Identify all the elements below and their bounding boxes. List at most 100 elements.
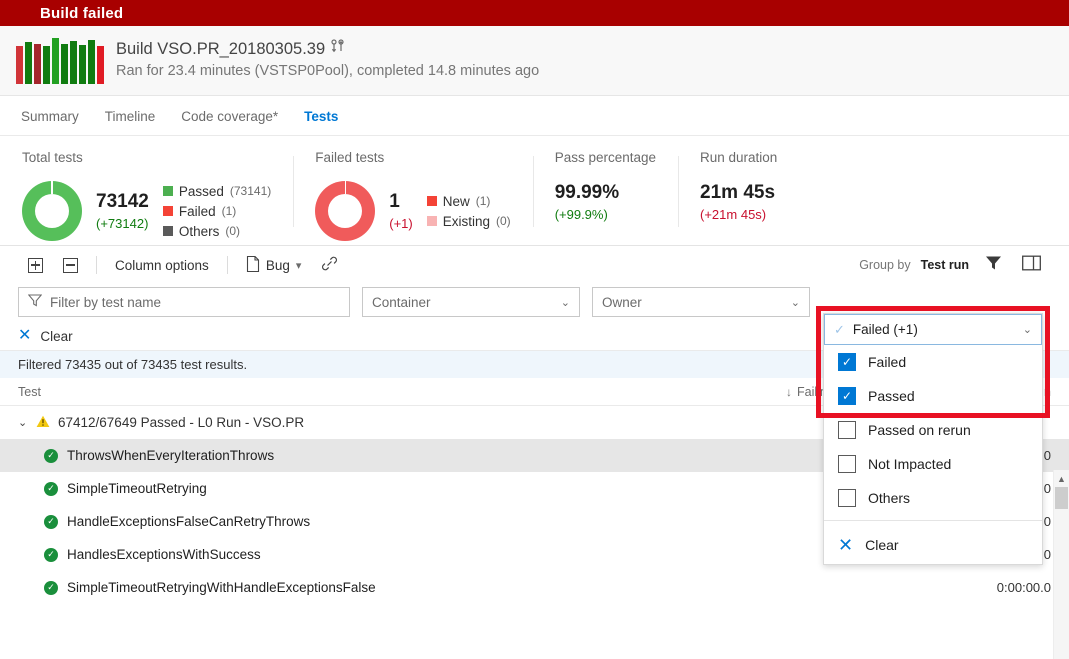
check-icon: ✓ [834, 321, 845, 337]
outcome-filter-selected-label: Failed (+1) [852, 322, 918, 337]
outcome-option-label: Failed [868, 354, 907, 370]
build-status-bar: Build failed [0, 0, 1069, 26]
column-options-button[interactable]: Column options [105, 254, 219, 277]
legend-item: Failed (1) [162, 203, 271, 220]
search-test-name-field[interactable]: Filter by test name [18, 287, 350, 317]
test-name: HandlesExceptionsWithSuccess [67, 547, 261, 562]
clear-filters-button[interactable]: ✕ Clear [18, 328, 73, 344]
bug-button[interactable]: Bug ▾ [236, 252, 312, 279]
metric-value: 73142 [96, 190, 149, 212]
legend-item: Passed (73141) [162, 183, 272, 200]
results-command-toolbar: Column options Bug ▾ Group by Test run [0, 246, 1069, 284]
metric-body: 1 (+1) New (1) Existing (0) [315, 181, 511, 241]
build-history-bar[interactable] [61, 43, 68, 84]
build-history-bars [16, 37, 104, 84]
outcome-clear-button[interactable]: ✕ Clear [824, 526, 1042, 564]
group-by-label: Group by [859, 258, 911, 272]
outcome-filter-options: ✓ Failed ✓ Passed ✓ Passed on rerun ✓ Not Impac… [824, 345, 1042, 515]
warning-triangle-icon [36, 415, 50, 431]
legend-swatch-icon [162, 206, 173, 216]
metric-card: Total tests 73142 (+73142) Passed (73141) Fai… [0, 150, 293, 241]
build-history-bar[interactable] [52, 37, 59, 84]
expand-all-button[interactable] [18, 254, 53, 277]
checkbox-checked-icon[interactable]: ✓ [838, 353, 856, 371]
scrollbar-thumb[interactable] [1055, 487, 1068, 509]
build-history-bar[interactable] [88, 39, 95, 84]
metric-value: 1 [389, 190, 400, 212]
build-history-bar[interactable] [79, 44, 86, 84]
legend-item: New (1) [426, 193, 511, 210]
bug-work-item-icon [246, 255, 260, 275]
link-button[interactable] [311, 251, 348, 279]
legend-swatch-icon [162, 186, 173, 196]
legend-count: (1) [221, 203, 237, 218]
test-run-group-label: 67412/67649 Passed - L0 Run - VSO.PR [58, 415, 305, 430]
tab-timeline[interactable]: Timeline [104, 100, 157, 132]
results-vertical-scrollbar[interactable]: ▲ [1053, 470, 1069, 659]
test-name: SimpleTimeoutRetryingWithHandleException… [67, 580, 376, 595]
test-name: SimpleTimeoutRetrying [67, 481, 207, 496]
outcome-option-others[interactable]: ✓ Others [824, 481, 1042, 515]
test-passed-icon: ✓ [44, 448, 58, 463]
metric-value: 99.99% [554, 182, 620, 203]
toolbar-divider [96, 256, 97, 274]
outcome-filter-dropdown[interactable]: ✓ Failed (+1) ⌄ ✓ Failed ✓ Passed ✓ Passed on… [823, 313, 1043, 565]
outcome-filter-combobox[interactable]: ✓ Failed (+1) ⌄ [824, 314, 1042, 345]
chevron-down-icon[interactable]: ⌄ [18, 416, 28, 429]
metric-numbers: 99.99% (+99.9%) [555, 181, 619, 224]
test-passed-icon: ✓ [44, 580, 58, 595]
test-result-row[interactable]: ✓ SimpleTimeoutRetryingWithHandleExceptio… [0, 571, 1069, 604]
expand-all-icon [28, 257, 43, 273]
filter-funnel-icon [985, 255, 1002, 276]
legend-label: Failed [178, 203, 216, 219]
checkbox-checked-icon[interactable]: ✓ [838, 387, 856, 405]
legend-count: (73141) [229, 183, 272, 198]
scroll-up-arrow-icon[interactable]: ▲ [1054, 470, 1069, 487]
outcome-option-passed[interactable]: ✓ Passed [824, 379, 1042, 413]
owner-filter-dropdown[interactable]: Owner ⌄ [592, 287, 810, 317]
filter-toggle-button[interactable] [979, 252, 1007, 278]
checkbox-unchecked-icon[interactable]: ✓ [838, 455, 856, 473]
chevron-down-icon: ⌄ [790, 296, 800, 309]
test-name: HandleExceptionsFalseCanRetryThrows [67, 514, 311, 529]
collapse-all-button[interactable] [53, 254, 88, 277]
legend-count: (0) [496, 213, 511, 228]
dropdown-divider [824, 520, 1042, 521]
outcome-clear-label: Clear [865, 537, 899, 553]
legend-label: Existing [442, 213, 491, 229]
build-tabs: Summary Timeline Code coverage* Tests [0, 96, 1069, 136]
clear-filters-label: Clear [40, 328, 73, 344]
outcome-option-label: Others [868, 490, 911, 506]
link-icon [321, 255, 338, 275]
metric-label: Pass percentage [554, 150, 657, 165]
build-status-text: Build failed [40, 4, 124, 22]
build-history-bar[interactable] [16, 45, 23, 84]
metric-numbers: 73142 (+73142) [96, 190, 149, 233]
metric-label: Failed tests [315, 150, 385, 165]
metric-body: 21m 45s (+21m 45s) [700, 181, 777, 224]
tab-code-coverage[interactable]: Code coverage* [180, 100, 279, 132]
toolbar-divider [226, 256, 228, 274]
build-history-bar[interactable] [97, 45, 104, 84]
branch-icon[interactable] [331, 39, 344, 60]
column-header-test[interactable]: Test [18, 385, 786, 399]
tab-tests[interactable]: Tests [303, 100, 339, 132]
build-history-bar[interactable] [25, 41, 32, 84]
outcome-option-passed-on-rerun[interactable]: ✓ Passed on rerun [824, 413, 1042, 447]
checkbox-unchecked-icon[interactable]: ✓ [838, 421, 856, 439]
metric-delta: (+99.9%) [554, 207, 608, 222]
checkbox-unchecked-icon[interactable]: ✓ [838, 489, 856, 507]
split-panel-button[interactable] [1017, 252, 1045, 278]
build-history-bar[interactable] [70, 40, 77, 84]
outcome-option-not-impacted[interactable]: ✓ Not Impacted [824, 447, 1042, 481]
build-history-bar[interactable] [34, 43, 41, 84]
legend-item: Existing (0) [426, 213, 511, 230]
build-history-bar[interactable] [43, 45, 50, 84]
container-filter-dropdown[interactable]: Container ⌄ [362, 287, 580, 317]
metric-card: Run duration 21m 45s (+21m 45s) [678, 150, 799, 235]
filter-funnel-small-icon [27, 294, 43, 310]
outcome-option-failed[interactable]: ✓ Failed [824, 345, 1042, 379]
metric-delta: (+21m 45s) [700, 207, 767, 222]
group-by-value[interactable]: Test run [921, 258, 969, 272]
tab-summary[interactable]: Summary [20, 100, 80, 132]
